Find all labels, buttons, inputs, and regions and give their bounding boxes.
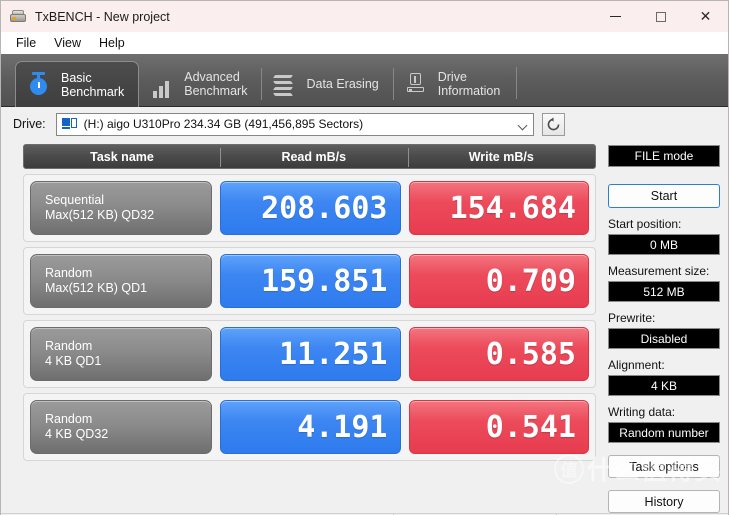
task-name-line2: 4 KB QD1 bbox=[45, 354, 102, 368]
menu-bar: File View Help bbox=[1, 32, 728, 54]
menu-item-help[interactable]: Help bbox=[90, 34, 134, 52]
maximize-button[interactable] bbox=[638, 1, 683, 32]
alignment-value[interactable]: 4 KB bbox=[608, 375, 720, 396]
table-row: Random 4 KB QD1 11.251 0.585 bbox=[23, 320, 596, 388]
main-area: Task name Read mB/s Write mB/s Sequentia… bbox=[1, 141, 728, 513]
start-position-value[interactable]: 0 MB bbox=[608, 234, 720, 255]
start-button[interactable]: Start bbox=[608, 184, 720, 208]
tab-data-erasing[interactable]: Data Erasing bbox=[261, 62, 392, 106]
maximize-icon bbox=[655, 11, 666, 22]
results-header-row: Task name Read mB/s Write mB/s bbox=[23, 144, 596, 169]
task-name-cell[interactable]: Random Max(512 KB) QD1 bbox=[30, 254, 212, 308]
task-name-cell[interactable]: Sequential Max(512 KB) QD32 bbox=[30, 181, 212, 235]
txbench-window: TxBENCH - New project ✕ File View Help B… bbox=[0, 0, 729, 515]
tab-bar: Basic Benchmark Advanced Benchmark Data … bbox=[1, 54, 728, 107]
task-name-cell[interactable]: Random 4 KB QD1 bbox=[30, 327, 212, 381]
read-value-cell: 11.251 bbox=[220, 327, 401, 381]
writing-data-label: Writing data: bbox=[608, 405, 676, 419]
disk-drive-icon bbox=[10, 9, 26, 25]
measurement-size-value[interactable]: 512 MB bbox=[608, 281, 720, 302]
benchmark-results: Task name Read mB/s Write mB/s Sequentia… bbox=[1, 141, 608, 513]
menu-item-file[interactable]: File bbox=[7, 34, 45, 52]
measurement-size-label: Measurement size: bbox=[608, 264, 710, 278]
drive-selector-row: Drive: (H:) aigo U310Pro 234.34 GB (491,… bbox=[1, 107, 728, 141]
tab-basic-benchmark-label: Basic Benchmark bbox=[61, 70, 125, 99]
tab-advanced-benchmark[interactable]: Advanced Benchmark bbox=[139, 62, 261, 106]
task-name-line1: Random bbox=[45, 339, 93, 353]
alignment-label: Alignment: bbox=[608, 358, 665, 372]
drive-icon bbox=[61, 117, 78, 131]
content-area: Drive: (H:) aigo U310Pro 234.34 GB (491,… bbox=[1, 107, 728, 513]
read-value-cell: 4.191 bbox=[220, 400, 401, 454]
write-value-cell: 154.684 bbox=[408, 181, 589, 235]
prewrite-value[interactable]: Disabled bbox=[608, 328, 720, 349]
tab-basic-benchmark[interactable]: Basic Benchmark bbox=[15, 61, 140, 107]
task-name-line2: Max(512 KB) QD32 bbox=[45, 208, 155, 222]
task-name-line1: Random bbox=[45, 266, 93, 280]
write-value-cell: 0.709 bbox=[408, 254, 589, 308]
refresh-icon bbox=[547, 116, 560, 130]
prewrite-label: Prewrite: bbox=[608, 311, 656, 325]
drive-select[interactable]: (H:) aigo U310Pro 234.34 GB (491,456,895… bbox=[55, 112, 534, 136]
drive-select-value: (H:) aigo U310Pro 234.34 GB (491,456,895… bbox=[83, 117, 364, 131]
column-header-read: Read mB/s bbox=[220, 145, 408, 168]
minimize-button[interactable] bbox=[593, 1, 638, 32]
tab-advanced-benchmark-label: Advanced Benchmark bbox=[184, 70, 248, 98]
tab-divider bbox=[516, 67, 518, 99]
read-value-cell: 159.851 bbox=[220, 254, 401, 308]
results-rows: Sequential Max(512 KB) QD32 208.603 154.… bbox=[23, 174, 596, 461]
stopwatch-icon bbox=[26, 71, 52, 99]
tab-drive-information-label: Drive Information bbox=[437, 70, 501, 98]
close-icon: ✕ bbox=[699, 8, 712, 25]
zigzag-erase-icon bbox=[271, 70, 297, 98]
history-button[interactable]: History bbox=[608, 490, 720, 513]
tab-drive-information[interactable]: Drive Information bbox=[392, 62, 515, 106]
menu-item-view[interactable]: View bbox=[45, 34, 90, 52]
options-panel: FILE mode Start Start position: 0 MB Mea… bbox=[608, 141, 720, 513]
drive-info-icon bbox=[403, 70, 429, 98]
bar-chart-icon bbox=[149, 70, 175, 98]
table-row: Random 4 KB QD32 4.191 0.541 bbox=[23, 393, 596, 461]
file-mode-button[interactable]: FILE mode bbox=[608, 145, 720, 167]
write-value-cell: 0.541 bbox=[408, 400, 589, 454]
close-button[interactable]: ✕ bbox=[683, 1, 728, 32]
start-position-label: Start position: bbox=[608, 217, 682, 231]
table-row: Random Max(512 KB) QD1 159.851 0.709 bbox=[23, 247, 596, 315]
window-controls: ✕ bbox=[593, 1, 728, 32]
window-title: TxBENCH - New project bbox=[35, 9, 170, 24]
column-header-write: Write mB/s bbox=[407, 145, 596, 168]
minimize-icon bbox=[610, 16, 621, 17]
task-name-cell[interactable]: Random 4 KB QD32 bbox=[30, 400, 212, 454]
column-header-task-name: Task name bbox=[90, 149, 154, 164]
task-name-line1: Random bbox=[45, 412, 93, 426]
tab-data-erasing-label: Data Erasing bbox=[306, 77, 379, 91]
writing-data-value[interactable]: Random number bbox=[608, 422, 720, 443]
refresh-button[interactable] bbox=[541, 112, 565, 136]
write-value-cell: 0.585 bbox=[408, 327, 589, 381]
task-name-line1: Sequential bbox=[45, 193, 105, 207]
drive-label: Drive: bbox=[13, 117, 46, 131]
title-bar: TxBENCH - New project ✕ bbox=[1, 1, 728, 32]
table-row: Sequential Max(512 KB) QD32 208.603 154.… bbox=[23, 174, 596, 242]
task-name-line2: Max(512 KB) QD1 bbox=[45, 281, 148, 295]
task-options-button[interactable]: Task options bbox=[608, 455, 720, 478]
chevron-down-icon bbox=[517, 120, 528, 130]
task-name-line2: 4 KB QD32 bbox=[45, 427, 109, 441]
read-value-cell: 208.603 bbox=[220, 181, 401, 235]
